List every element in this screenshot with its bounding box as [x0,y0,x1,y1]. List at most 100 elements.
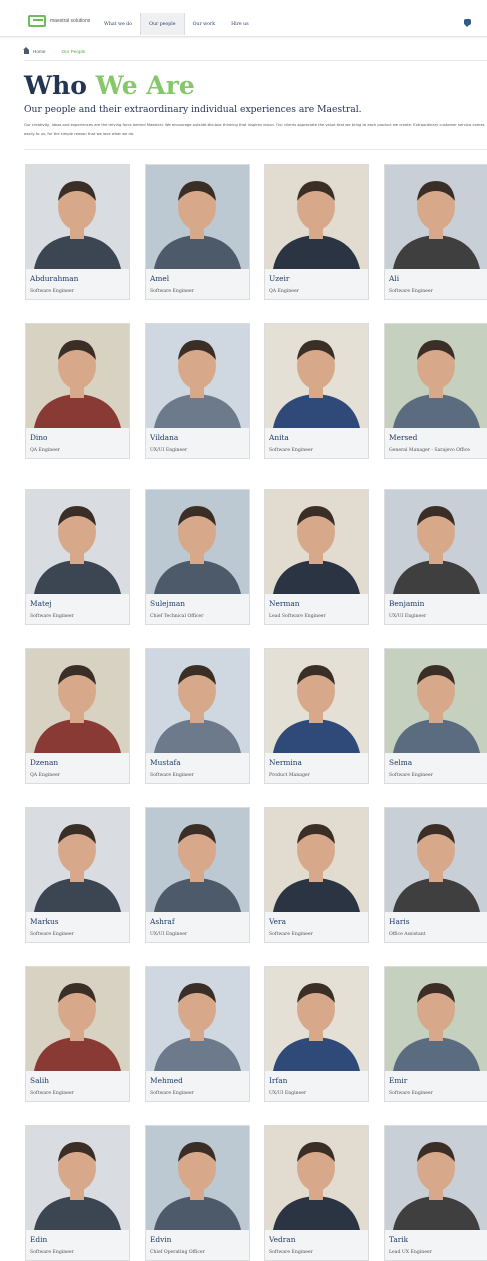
person-card[interactable]: Edvin Chief Operating Officer [145,1125,250,1261]
chat-icon[interactable] [464,19,471,27]
person-name[interactable]: Vera [269,917,286,926]
person-photo [385,490,487,594]
person-photo [26,808,129,912]
person-card[interactable]: Markus Software Engineer [25,807,130,943]
person-photo [265,967,368,1071]
person-name[interactable]: Mehmed [150,1076,183,1085]
person-photo [385,165,487,269]
person-card[interactable]: Mersed General Manager - Sarajevo Office [384,323,487,459]
person-card[interactable]: Tarik Lead UX Engineer [384,1125,487,1261]
person-card[interactable]: Uzeir QA Engineer [264,164,369,300]
person-card[interactable]: Vildana UX/UI Engineer [145,323,250,459]
person-name[interactable]: Tarik [389,1235,408,1244]
person-photo [385,808,487,912]
person-card[interactable]: Anita Software Engineer [264,323,369,459]
person-role: Software Engineer [30,1091,74,1096]
person-name[interactable]: Sulejman [150,599,185,608]
person-role: UX/UI Engineer [150,932,188,937]
person-name[interactable]: Matej [30,599,52,608]
person-card[interactable]: Salih Software Engineer [25,966,130,1102]
person-name[interactable]: Vildana [150,433,178,442]
person-role: UX/UI Engineer [269,1091,307,1096]
person-name[interactable]: Nermina [269,758,302,767]
person-photo [146,649,249,753]
person-card[interactable]: Ashraf UX/UI Engineer [145,807,250,943]
main-nav: What we do Our people Our work Hire us [96,13,257,35]
person-card[interactable]: Sulejman Chief Technical Officer [145,489,250,625]
person-name[interactable]: Salih [30,1076,49,1085]
person-name[interactable]: Irfan [269,1076,287,1085]
person-role: General Manager - Sarajevo Office [389,448,470,453]
person-name[interactable]: Mersed [389,433,417,442]
person-name[interactable]: Uzeir [269,274,289,283]
person-card[interactable]: Irfan UX/UI Engineer [264,966,369,1102]
breadcrumb: Home Our People [23,46,86,56]
person-card[interactable]: Matej Software Engineer [25,489,130,625]
person-name[interactable]: Dzenan [30,758,58,767]
person-card[interactable]: Vedran Software Engineer [264,1125,369,1261]
person-name[interactable]: Anita [269,433,289,442]
person-card[interactable]: Nermina Product Manager [264,648,369,784]
person-card[interactable]: Vera Software Engineer [264,807,369,943]
person-card[interactable]: Nerman Lead Software Engineer [264,489,369,625]
person-role: UX/UI Engineer [389,614,427,619]
person-name[interactable]: Ashraf [150,917,175,926]
person-photo [146,808,249,912]
person-card[interactable]: Selma Software Engineer [384,648,487,784]
person-role: Software Engineer [150,289,194,294]
person-role: Software Engineer [30,289,74,294]
person-name[interactable]: Emir [389,1076,407,1085]
nav-item-what-we-do[interactable]: What we do [96,13,140,35]
person-card[interactable]: Benjamin UX/UI Engineer [384,489,487,625]
person-name[interactable]: Edvin [150,1235,171,1244]
person-card[interactable]: Haris Office Assistant [384,807,487,943]
person-role: Chief Technical Officer [150,614,204,619]
person-name[interactable]: Ali [389,274,399,283]
person-photo [146,967,249,1071]
person-name[interactable]: Selma [389,758,412,767]
person-card[interactable]: Abdurahman Software Engineer [25,164,130,300]
breadcrumb-home-link[interactable]: Home [33,49,46,54]
person-role: UX/UI Engineer [150,448,188,453]
person-name[interactable]: Nerman [269,599,300,608]
person-card[interactable]: Emir Software Engineer [384,966,487,1102]
person-role: Software Engineer [150,1091,194,1096]
nav-item-our-people[interactable]: Our people [140,13,185,35]
person-role: Software Engineer [30,1250,74,1255]
person-photo [265,324,368,428]
person-card[interactable]: Edin Software Engineer [25,1125,130,1261]
person-name[interactable]: Dino [30,433,48,442]
person-photo [265,649,368,753]
person-name[interactable]: Amel [150,274,169,283]
person-card[interactable]: Mustafa Software Engineer [145,648,250,784]
person-card[interactable]: Amel Software Engineer [145,164,250,300]
person-photo [385,1126,487,1230]
person-card[interactable]: Ali Software Engineer [384,164,487,300]
person-name[interactable]: Benjamin [389,599,424,608]
person-photo [146,324,249,428]
person-role: Software Engineer [30,932,74,937]
person-name[interactable]: Vedran [269,1235,295,1244]
person-role: QA Engineer [30,448,60,453]
nav-item-hire-us[interactable]: Hire us [223,13,257,35]
nav-item-our-work[interactable]: Our work [185,13,224,35]
person-card[interactable]: Mehmed Software Engineer [145,966,250,1102]
page-title-part1: Who [24,71,87,100]
person-name[interactable]: Mustafa [150,758,181,767]
person-name[interactable]: Haris [389,917,410,926]
person-role: QA Engineer [269,289,299,294]
logo[interactable]: maestral solutions [28,15,90,27]
divider [24,60,487,61]
person-photo [146,1126,249,1230]
person-name[interactable]: Abdurahman [30,274,78,283]
person-card[interactable]: Dzenan QA Engineer [25,648,130,784]
page-title-part2: We Are [95,71,195,100]
person-name[interactable]: Markus [30,917,59,926]
breadcrumb-current: Our People [61,48,86,54]
person-photo [265,490,368,594]
divider [24,149,487,150]
person-card[interactable]: Dino QA Engineer [25,323,130,459]
person-name[interactable]: Edin [30,1235,47,1244]
person-role: Chief Operating Officer [150,1250,205,1255]
person-photo [265,808,368,912]
